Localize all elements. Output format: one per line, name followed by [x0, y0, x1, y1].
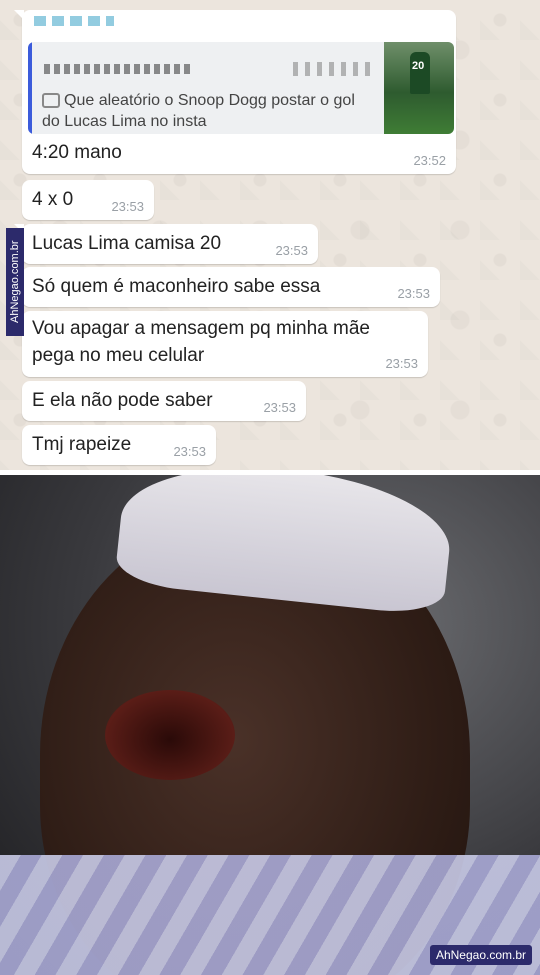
message-time: 23:52: [413, 153, 446, 168]
message-text-line-2: pega no meu celular: [32, 345, 205, 366]
message-time: 23:53: [385, 356, 418, 371]
camera-icon: [42, 93, 60, 109]
quote-thumbnail: 20: [384, 42, 454, 134]
side-watermark: AhNegao.com.br: [6, 228, 24, 336]
message-text: Tmj rapeize: [32, 434, 132, 455]
message-text: 4 x 0: [32, 189, 74, 210]
quote-bar: [28, 42, 32, 134]
message-bubble[interactable]: Tmj rapeize 23:53: [22, 425, 216, 465]
message-text: Lucas Lima camisa 20: [32, 233, 222, 254]
reaction-photo: AhNegao.com.br: [0, 475, 540, 975]
quoted-message[interactable]: Que aleatório o Snoop Dogg postar o gol …: [28, 42, 454, 134]
quote-caption-text: Que aleatório o Snoop Dogg postar o gol …: [42, 92, 355, 130]
message-text: 4:20 mano: [32, 142, 122, 163]
blurred-quote-author: [44, 64, 194, 74]
message-bubble[interactable]: Vou apagar a mensagem pq minha mãe pega …: [22, 311, 428, 377]
message-text: Só quem é maconheiro sabe essa: [32, 276, 321, 297]
message-time: 23:53: [173, 444, 206, 459]
message-time: 23:53: [275, 243, 308, 258]
player-figure: [410, 52, 430, 94]
open-mouth: [105, 690, 235, 780]
message-text: E ela não pode saber: [32, 390, 213, 411]
message-time: 23:53: [263, 400, 296, 415]
watermark-badge: AhNegao.com.br: [429, 945, 532, 965]
blurred-sender-name: [34, 16, 114, 26]
message-bubble[interactable]: Que aleatório o Snoop Dogg postar o gol …: [14, 10, 456, 174]
message-time: 23:53: [111, 199, 144, 214]
message-bubble[interactable]: E ela não pode saber 23:53: [22, 381, 306, 421]
message-time: 23:53: [397, 286, 430, 301]
message-text-line-1: Vou apagar a mensagem pq minha mãe: [32, 318, 370, 339]
message-bubble[interactable]: Só quem é maconheiro sabe essa 23:53: [22, 267, 440, 307]
quote-caption: Que aleatório o Snoop Dogg postar o gol …: [42, 90, 372, 132]
blurred-text: [293, 62, 373, 76]
chat-screenshot: Que aleatório o Snoop Dogg postar o gol …: [0, 0, 540, 470]
jersey-number: 20: [412, 60, 425, 72]
message-bubble[interactable]: Lucas Lima camisa 20 23:53: [14, 224, 318, 264]
message-bubble[interactable]: 4 x 0 23:53: [22, 180, 154, 220]
